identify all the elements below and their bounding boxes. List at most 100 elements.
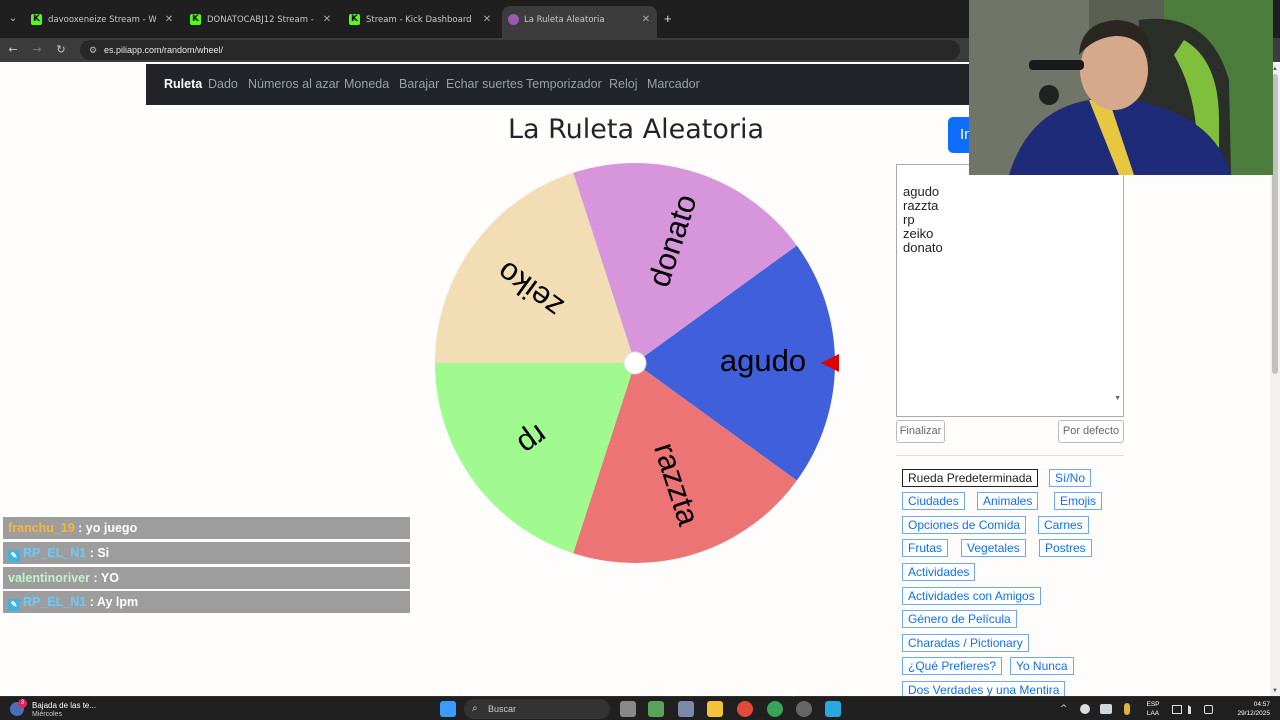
mouse-cursor-icon bbox=[793, 688, 798, 697]
preset-emojis[interactable]: Emojis bbox=[1054, 492, 1103, 510]
entry-line: rp bbox=[903, 212, 915, 227]
tray-chevron-icon[interactable]: ^ bbox=[1060, 701, 1068, 717]
entry-line: zeiko bbox=[903, 226, 934, 241]
chat-text: : Ay lpm bbox=[86, 595, 139, 609]
entry-line: razzta bbox=[903, 198, 939, 213]
moderator-badge-icon: ✎ bbox=[8, 599, 20, 611]
news-widget[interactable]: 3 Bajada de las te... Miércoles bbox=[10, 699, 130, 719]
tab-kick-dashboard[interactable]: K Stream - Kick Dashboard ✕ bbox=[349, 8, 494, 32]
preset-yo-nunca[interactable]: Yo Nunca bbox=[1010, 657, 1074, 675]
chat-text: : yo juego bbox=[74, 521, 138, 535]
preset-carnes[interactable]: Carnes bbox=[1038, 516, 1089, 534]
preset-opciones-comida[interactable]: Opciones de Comida bbox=[902, 516, 1027, 534]
scroll-down-icon[interactable]: ▼ bbox=[1270, 686, 1280, 696]
tab-title: davooxeneize Stream - Watch L bbox=[48, 15, 156, 25]
entries-textarea[interactable]: agudo razzta rp zeiko donato ▼ bbox=[896, 164, 1124, 417]
tab-title: DONATOCABJ12 Stream - Watch bbox=[207, 15, 315, 25]
clock-date: 29/12/2025 bbox=[1237, 710, 1270, 717]
nav-marcador[interactable]: Marcador bbox=[647, 64, 700, 105]
tray-app-icon[interactable] bbox=[1080, 704, 1090, 714]
notification-badge: 3 bbox=[18, 699, 27, 708]
preset-animales[interactable]: Animales bbox=[977, 492, 1039, 510]
site-info-icon[interactable]: ⚙ bbox=[86, 43, 100, 57]
wheel-label-agudo: agudo bbox=[720, 343, 806, 378]
minecraft-icon[interactable] bbox=[648, 701, 664, 717]
nav-temporizador[interactable]: Temporizador bbox=[526, 64, 602, 105]
piliapp-icon bbox=[508, 14, 519, 25]
kick-icon: K bbox=[31, 14, 42, 25]
finalize-button[interactable]: Finalizar bbox=[896, 420, 945, 443]
preset-si-no[interactable]: Sí/No bbox=[1049, 469, 1092, 487]
nav-numeros[interactable]: Números al azar bbox=[248, 64, 340, 105]
clock-time: 04:57 bbox=[1253, 701, 1270, 708]
default-button[interactable]: Por defecto bbox=[1058, 420, 1124, 443]
spin-wheel[interactable]: agudorazztarpzeiko donato bbox=[430, 158, 840, 568]
close-icon[interactable]: ✕ bbox=[639, 6, 653, 34]
textarea-scroll-down-icon[interactable]: ▼ bbox=[1114, 392, 1121, 406]
microphone-icon[interactable] bbox=[1124, 703, 1130, 715]
back-icon[interactable]: ← bbox=[5, 42, 21, 58]
preset-vegetales[interactable]: Vegetales bbox=[961, 539, 1026, 557]
windows-taskbar: 3 Bajada de las te... Miércoles ⌕ Buscar… bbox=[0, 696, 1280, 720]
chat-text: : YO bbox=[89, 571, 119, 585]
chrome-icon[interactable] bbox=[737, 701, 753, 717]
nav-echar-suertes[interactable]: Echar suertes bbox=[446, 64, 523, 105]
calculator-icon[interactable] bbox=[678, 701, 694, 717]
tab-donatocabj12[interactable]: K DONATOCABJ12 Stream - Watch ✕ bbox=[190, 8, 334, 32]
nav-moneda[interactable]: Moneda bbox=[344, 64, 389, 105]
tab-davooxeneize[interactable]: K davooxeneize Stream - Watch L ✕ bbox=[31, 8, 176, 32]
file-explorer-icon[interactable] bbox=[707, 701, 723, 717]
tab-title: Stream - Kick Dashboard bbox=[366, 15, 472, 25]
nav-dado[interactable]: Dado bbox=[208, 64, 238, 105]
url-text: es.piliapp.com/random/wheel/ bbox=[104, 45, 224, 55]
divider bbox=[896, 455, 1124, 456]
chat-username: RP_EL_N1 bbox=[23, 546, 87, 560]
keyboard-layout: LAA bbox=[1146, 710, 1160, 717]
speaker-icon[interactable] bbox=[1188, 705, 1198, 714]
chrome-active-icon[interactable] bbox=[767, 701, 783, 717]
moderator-badge-icon: ✎ bbox=[8, 550, 20, 562]
url-field[interactable]: ⚙ es.piliapp.com/random/wheel/ bbox=[80, 40, 960, 60]
reload-icon[interactable]: ↻ bbox=[53, 42, 69, 58]
forward-icon[interactable]: → bbox=[29, 42, 45, 58]
preset-que-prefieres[interactable]: ¿Qué Prefieres? bbox=[902, 657, 1003, 675]
preset-ciudades[interactable]: Ciudades bbox=[902, 492, 965, 510]
wheel-hub bbox=[623, 351, 647, 375]
preset-actividades[interactable]: Actividades bbox=[902, 563, 976, 581]
task-view-icon[interactable] bbox=[620, 701, 636, 717]
nav-barajar[interactable]: Barajar bbox=[399, 64, 439, 105]
close-icon[interactable]: ✕ bbox=[320, 8, 334, 32]
obs-icon[interactable] bbox=[796, 701, 812, 717]
preset-genero-pelicula[interactable]: Género de Película bbox=[902, 610, 1017, 628]
preset-rueda-predeterminada[interactable]: Rueda Predeterminada bbox=[902, 469, 1039, 487]
language-indicator[interactable]: ESP LAA bbox=[1144, 700, 1162, 718]
new-tab-icon[interactable]: + bbox=[664, 11, 672, 27]
preset-charadas[interactable]: Charadas / Pictionary bbox=[902, 634, 1029, 652]
chat-message: ✎ RP_EL_N1 : Ay lpm bbox=[3, 591, 410, 613]
notepad-icon[interactable] bbox=[825, 701, 841, 717]
close-icon[interactable]: ✕ bbox=[480, 8, 494, 32]
nav-ruleta[interactable]: Ruleta bbox=[164, 64, 202, 105]
monitor-icon[interactable] bbox=[1172, 705, 1182, 714]
nav-reloj[interactable]: Reloj bbox=[609, 64, 638, 105]
screen: ⌄ K davooxeneize Stream - Watch L ✕ K DO… bbox=[0, 0, 1280, 720]
tab-ruleta[interactable]: La Ruleta Aleatoria ✕ bbox=[502, 6, 657, 38]
page-title: La Ruleta Aleatoria bbox=[507, 114, 765, 145]
battery-icon[interactable] bbox=[1204, 705, 1213, 714]
close-icon[interactable]: ✕ bbox=[162, 8, 176, 32]
taskbar-search[interactable]: ⌕ Buscar bbox=[464, 699, 610, 719]
windows-start-icon[interactable] bbox=[440, 701, 456, 717]
preset-frutas[interactable]: Frutas bbox=[902, 539, 949, 557]
preset-actividades-amigos[interactable]: Actividades con Amigos bbox=[902, 587, 1041, 605]
chat-message: valentinoriver : YO bbox=[3, 567, 410, 589]
chat-message: ✎ RP_EL_N1 : Si bbox=[3, 542, 410, 564]
clock[interactable]: 04:57 29/12/2025 bbox=[1222, 700, 1270, 718]
entry-line: donato bbox=[903, 240, 943, 255]
kick-icon: K bbox=[349, 14, 360, 25]
entry-line: agudo bbox=[903, 184, 940, 199]
tray-cloud-icon[interactable] bbox=[1100, 704, 1112, 714]
chat-message: franchu_19 : yo juego bbox=[3, 517, 410, 539]
kick-icon: K bbox=[190, 14, 201, 25]
tab-search-icon[interactable]: ⌄ bbox=[5, 11, 21, 27]
preset-postres[interactable]: Postres bbox=[1039, 539, 1092, 557]
